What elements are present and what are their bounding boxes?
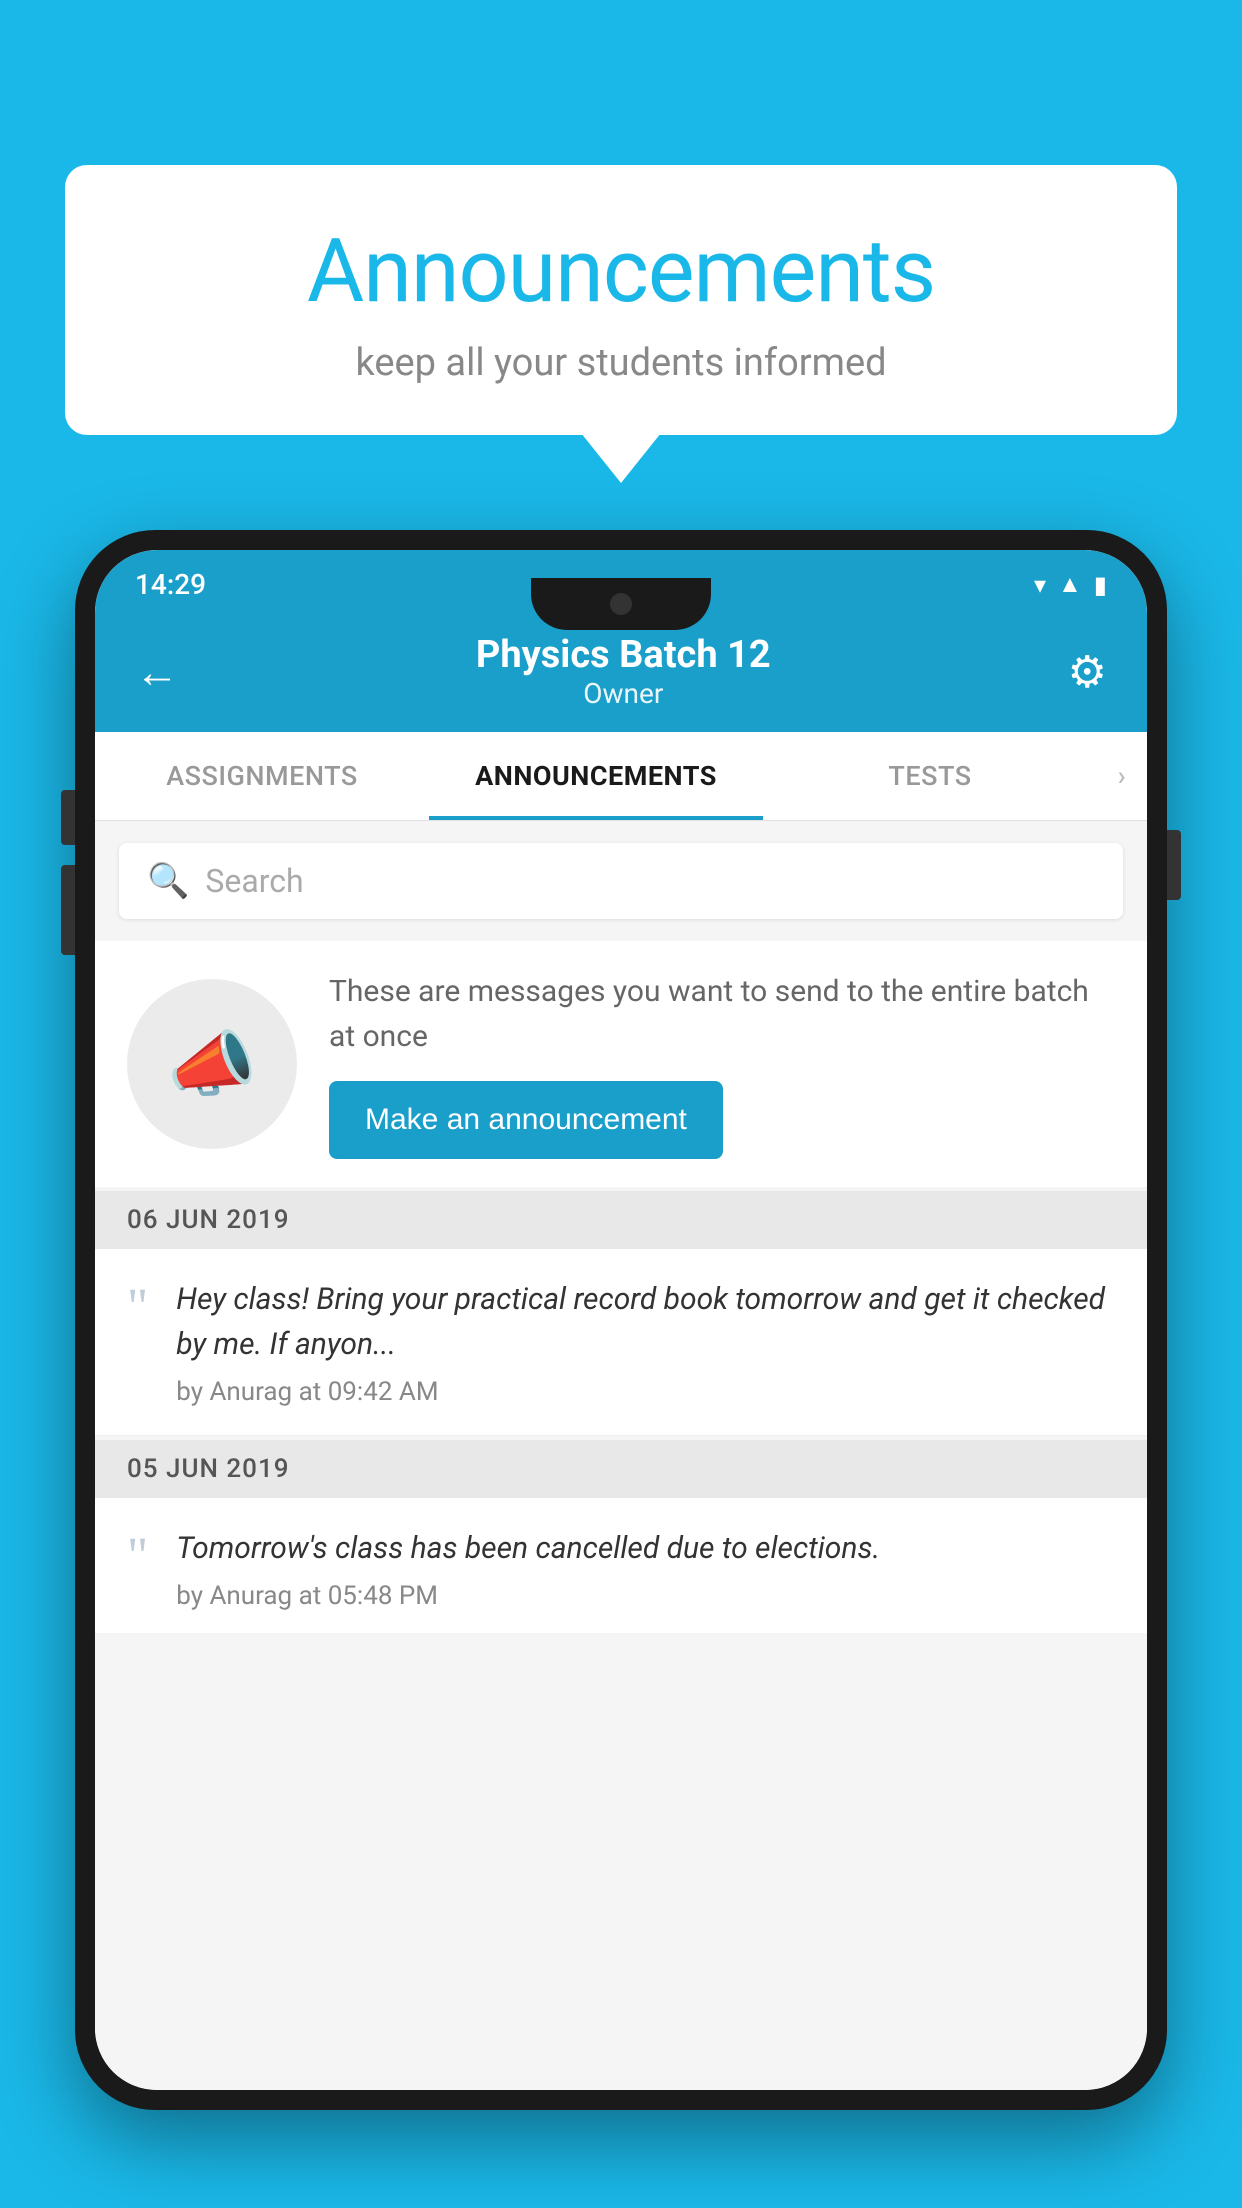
speech-bubble-container: Announcements keep all your students inf…	[65, 165, 1177, 435]
app-bar-title: Physics Batch 12	[179, 633, 1068, 677]
search-icon: 🔍	[147, 861, 189, 901]
settings-icon[interactable]: ⚙	[1068, 646, 1107, 698]
signal-icon: ▲	[1058, 570, 1082, 599]
status-time: 14:29	[135, 568, 206, 601]
date-header-2: 05 JUN 2019	[95, 1440, 1147, 1498]
phone-container: 14:29 ▾ ▲ ▮ ← Physics Batch 12 Owner ⚙	[75, 530, 1167, 2208]
search-bar[interactable]: 🔍 Search	[119, 843, 1123, 919]
phone-side-buttons	[1167, 830, 1181, 900]
tab-tests[interactable]: TESTS	[763, 732, 1097, 820]
bubble-subtitle: keep all your students informed	[125, 341, 1117, 385]
promo-description: These are messages you want to send to t…	[329, 969, 1115, 1059]
speech-bubble: Announcements keep all your students inf…	[65, 165, 1177, 435]
announcement-text-1: Hey class! Bring your practical record b…	[176, 1277, 1115, 1367]
promo-content: These are messages you want to send to t…	[329, 969, 1115, 1159]
promo-icon-circle: 📣	[127, 979, 297, 1149]
back-button[interactable]: ←	[135, 646, 179, 698]
announcement-by-2: by Anurag at 05:48 PM	[176, 1581, 1115, 1611]
app-bar-title-group: Physics Batch 12 Owner	[179, 633, 1068, 710]
volume-down-button	[61, 865, 75, 955]
tab-announcements[interactable]: ANNOUNCEMENTS	[429, 732, 763, 820]
phone-outer: 14:29 ▾ ▲ ▮ ← Physics Batch 12 Owner ⚙	[75, 530, 1167, 2110]
camera	[610, 593, 632, 615]
wifi-icon: ▾	[1034, 571, 1046, 599]
make-announcement-button[interactable]: Make an announcement	[329, 1081, 723, 1159]
volume-up-button	[61, 790, 75, 845]
power-button	[1167, 830, 1181, 900]
announcement-content-1: Hey class! Bring your practical record b…	[176, 1277, 1115, 1407]
announcement-by-1: by Anurag at 09:42 AM	[176, 1377, 1115, 1407]
app-bar-subtitle: Owner	[179, 677, 1068, 710]
megaphone-icon: 📣	[167, 1022, 257, 1107]
battery-icon: ▮	[1094, 571, 1107, 599]
announcement-item-1[interactable]: " Hey class! Bring your practical record…	[95, 1249, 1147, 1436]
tabs-bar: ASSIGNMENTS ANNOUNCEMENTS TESTS ›	[95, 732, 1147, 821]
tab-assignments[interactable]: ASSIGNMENTS	[95, 732, 429, 820]
app-bar: ← Physics Batch 12 Owner ⚙	[95, 615, 1147, 732]
date-header-1: 06 JUN 2019	[95, 1191, 1147, 1249]
phone-left-buttons	[61, 790, 75, 955]
announcement-text-2: Tomorrow's class has been cancelled due …	[176, 1526, 1115, 1571]
notch	[531, 578, 711, 630]
content-area: 🔍 Search 📣 These are messages you want t…	[95, 821, 1147, 2090]
screen: 14:29 ▾ ▲ ▮ ← Physics Batch 12 Owner ⚙	[95, 550, 1147, 2090]
announcement-content-2: Tomorrow's class has been cancelled due …	[176, 1526, 1115, 1611]
announcement-item-2[interactable]: " Tomorrow's class has been cancelled du…	[95, 1498, 1147, 1633]
announcement-promo: 📣 These are messages you want to send to…	[95, 941, 1147, 1187]
quote-icon-1: "	[127, 1282, 148, 1334]
status-icons: ▾ ▲ ▮	[1034, 570, 1107, 599]
quote-icon-2: "	[127, 1531, 148, 1583]
tab-more[interactable]: ›	[1097, 732, 1147, 820]
search-placeholder: Search	[205, 862, 303, 900]
bubble-title: Announcements	[125, 220, 1117, 323]
